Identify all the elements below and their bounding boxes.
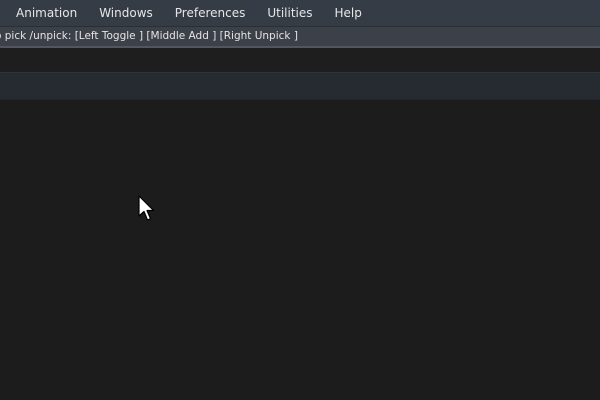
- menu-windows[interactable]: Windows: [88, 0, 164, 26]
- menu-utilities[interactable]: Utilities: [256, 0, 323, 26]
- menu-bar: Animation Windows Preferences Utilities …: [0, 0, 600, 26]
- help-line: o pick /unpick: [Left Toggle ] [Middle A…: [0, 27, 600, 46]
- app-window: Animation Windows Preferences Utilities …: [0, 0, 600, 400]
- menu-help[interactable]: Help: [324, 0, 373, 26]
- menu-preferences[interactable]: Preferences: [164, 0, 257, 26]
- menu-animation[interactable]: Animation: [0, 0, 88, 26]
- toolbar-area: [0, 48, 600, 72]
- channel-row[interactable]: [0, 73, 600, 99]
- viewport-area[interactable]: [0, 100, 600, 400]
- help-line-text: o pick /unpick: [Left Toggle ] [Middle A…: [0, 30, 298, 42]
- arrow-cursor-icon: [138, 195, 158, 223]
